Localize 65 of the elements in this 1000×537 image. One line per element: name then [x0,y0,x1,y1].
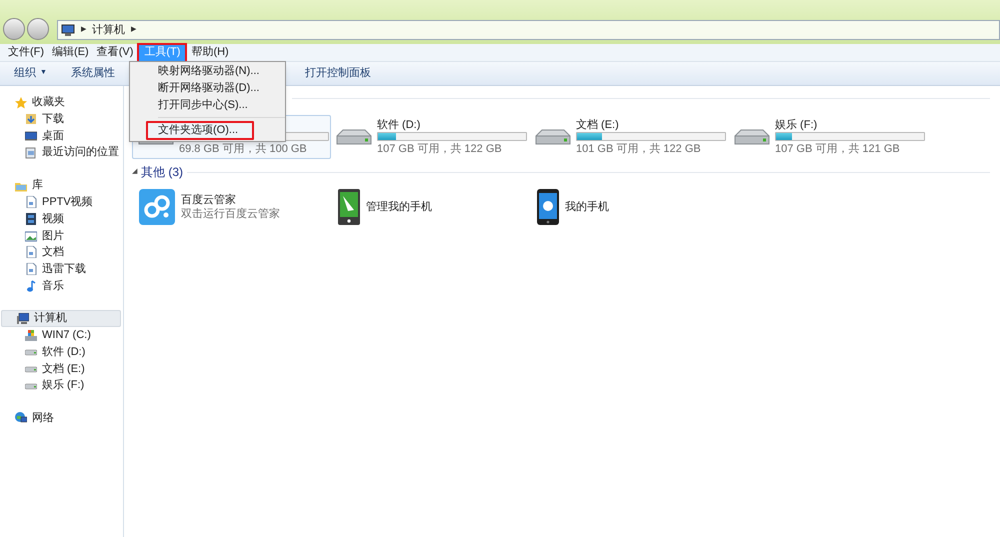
sidebar-item[interactable]: 收藏夹 [0,94,123,111]
menu-item[interactable]: 映射网络驱动器(N)... [132,63,283,80]
film-icon [25,213,37,226]
group-title: 其他 (3) [141,164,183,181]
menu-item[interactable]: 断开网络驱动器(D)... [132,80,283,97]
menu-item[interactable]: 查看(V) [92,44,138,60]
cloud-app-icon [139,189,175,225]
drive-label: 娱乐 (F:) [775,118,818,132]
app-name: 管理我的手机 [366,200,432,214]
picture-icon [25,230,37,242]
sidebar-item[interactable]: 下载 [0,111,123,128]
free-space-text: 107 GB 可用，共 122 GB [377,142,503,156]
drive-tile[interactable]: 文档 (E:) 101 GB 可用，共 122 GB [530,115,729,159]
app-name: 百度云管家 [181,193,236,207]
sidebar-item[interactable]: 软件 (D:) [0,344,123,361]
sidebar-item[interactable]: 最近访问的位置 [0,144,123,162]
drive-label: 文档 (E:) [576,118,620,132]
document-icon [25,263,37,276]
menu-item[interactable]: 文件夹选项(O)... [146,121,254,140]
drive-tile[interactable]: 娱乐 (F:) 107 GB 可用，共 121 GB [729,115,928,159]
document-icon [25,196,37,208]
sidebar-item[interactable]: 桌面 [0,128,123,144]
free-space-text: 107 GB 可用，共 121 GB [775,142,901,156]
computer-icon [17,312,29,325]
sidebar-item[interactable]: WIN7 (C:) [0,327,123,344]
sidebar-item[interactable]: 网络 [0,410,123,427]
app-tile[interactable]: 我的手机 [530,187,729,227]
sidebar-item[interactable]: 库 [0,177,123,194]
computer-icon [61,24,75,36]
sidebar-item[interactable]: 图片 [0,227,123,244]
menu-item[interactable]: 帮助(H) [187,44,233,60]
download-folder-icon [25,113,37,126]
toolbar-button[interactable]: 打开控制面板 [304,65,371,82]
sidebar-item[interactable]: 计算机 [1,310,121,328]
drive-tile[interactable]: 软件 (D:) 107 GB 可用，共 122 GB [331,115,530,159]
document-icon [25,246,37,258]
sidebar-item[interactable]: 迅雷下载 [0,260,123,278]
music-note-icon [25,280,37,292]
drive-label: 软件 (D:) [377,118,422,132]
app-tile[interactable]: 管理我的手机 [331,187,530,227]
app-tile[interactable]: 百度云管家 双击运行百度云管家 [132,187,331,227]
sidebar-item[interactable]: 视频 [0,210,123,228]
menu-item[interactable]: 文件(F) [4,44,48,60]
star-icon [15,96,27,108]
toolbar-button[interactable]: 系统属性 [70,65,115,82]
recent-places-icon [25,146,37,159]
breadcrumb-item[interactable]: 计算机 [92,22,125,38]
desktop-icon [25,130,37,142]
tablet-icon [338,189,360,225]
phone-icon [537,189,559,225]
sidebar-item[interactable]: PPTV视频 [0,194,123,211]
windows-drive-icon [25,330,37,342]
sidebar-item[interactable]: 文档 (E:) [0,360,123,378]
back-button[interactable] [3,18,25,40]
menu-item[interactable]: 编辑(E) [48,44,93,60]
app-description: 双击运行百度云管家 [181,207,280,221]
network-icon [15,412,27,424]
app-name: 我的手机 [565,200,609,214]
forward-button[interactable] [27,18,49,40]
sidebar-item[interactable]: 文档 [0,244,123,261]
free-space-text: 69.8 GB 可用，共 100 GB [179,142,308,156]
menu-item[interactable]: 打开同步中心(S)... [132,97,283,114]
sidebar-item[interactable]: 音乐 [0,278,123,294]
sidebar-item[interactable]: 娱乐 (F:) [0,377,123,394]
free-space-text: 101 GB 可用，共 122 GB [576,142,702,156]
